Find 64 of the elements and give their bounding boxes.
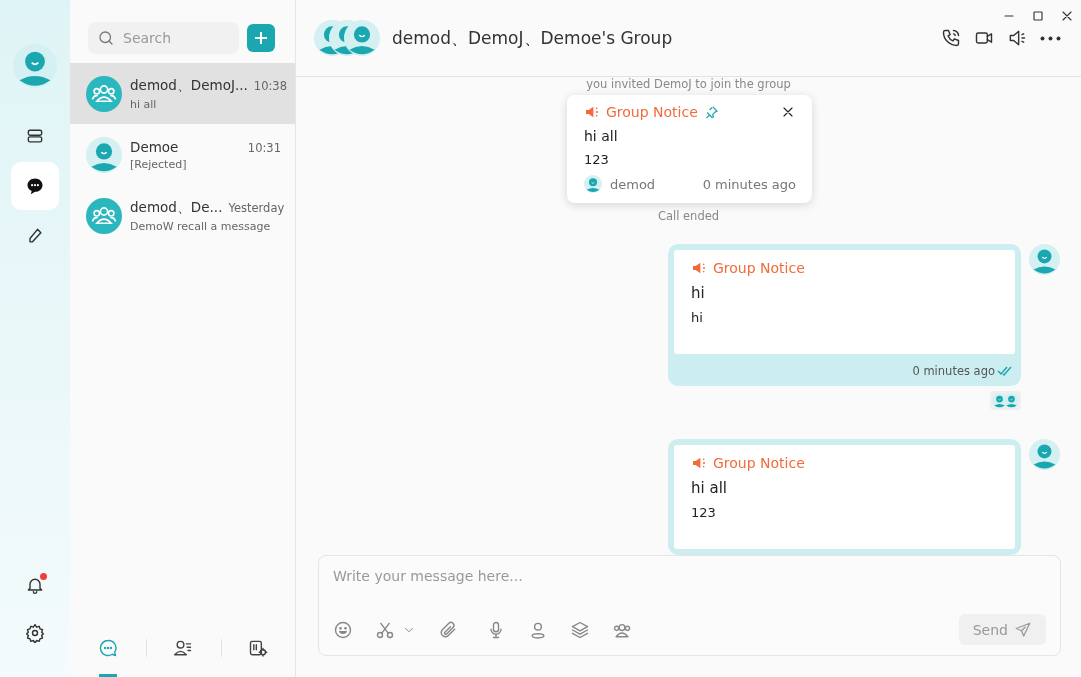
conversation-name: demod、DemoJ... [130,76,248,95]
contacts-icon[interactable] [173,638,193,658]
chat-bubble-icon[interactable] [98,638,118,658]
system-message: you invited DemoJ to join the group [586,77,791,91]
avatar [344,20,380,56]
chat-title: demod、DemoJ、Demoe's Group [392,26,674,50]
conversation-item[interactable]: demod、De... Yesterday DemoW recall a message [70,185,295,246]
notice-heading: hi [691,284,706,302]
notice-author: demod [610,176,656,192]
send-icon [1014,620,1032,639]
reader-avatar [1004,393,1019,408]
notice-title: Group Notice [713,455,805,471]
read-by-avatars[interactable] [990,391,1021,410]
notice-body: 123 [691,505,717,520]
plus-icon [254,31,268,45]
paperclip-icon [438,619,458,640]
conversation-item[interactable]: demod、DemoJ... 10:38 hi all [70,63,295,124]
add-button[interactable] [247,24,275,52]
search-field[interactable]: Search [88,22,239,54]
smiley-icon [333,619,353,640]
notice-title: Group Notice [606,104,698,120]
pin-icon[interactable] [703,104,719,120]
sender-avatar [1029,244,1060,275]
attach-button[interactable] [438,619,458,640]
message-preview: DemoW recall a message [130,219,272,233]
layers-icon [570,619,590,640]
profile-avatar [13,44,57,88]
sender-avatar [1029,439,1060,470]
settings-icon[interactable] [25,623,45,643]
conversation-name: demod、De... [130,198,223,217]
more-button[interactable] [1040,35,1061,41]
avatar [86,136,122,173]
megaphone-icon [691,260,707,276]
rail-item[interactable] [11,162,59,210]
system-message: Call ended [657,209,720,223]
notice-title: Group Notice [713,260,805,276]
conversation-time: 10:38 [253,78,287,93]
group-avatar [86,197,122,234]
layers-button[interactable] [570,619,590,640]
message-preview: [Rejected] [130,157,188,171]
notice-heading: hi all [584,128,619,144]
maximize-icon[interactable] [1030,8,1046,24]
conversation-time: 10:31 [247,140,281,155]
mute-button[interactable] [1007,28,1027,48]
megaphone-icon [584,104,600,120]
notice-time: 0 minutes ago [702,176,796,192]
group-avatar [86,75,122,112]
workspace-icon[interactable] [248,638,268,658]
notice-body: hi [691,310,704,325]
conversation-time: Yesterday [228,200,285,215]
search-icon [97,29,115,47]
notice-body: 123 [584,152,610,167]
message-time: 0 minutes ago [912,364,995,378]
megaphone-icon [691,455,707,471]
message-input[interactable]: Write your message here... [333,568,1046,584]
notice-heading: hi all [691,479,728,497]
call-button[interactable] [941,28,961,48]
list-icon[interactable] [25,126,45,146]
chat-icon[interactable] [25,176,45,196]
conversation-item[interactable]: Demoe 10:31 [Rejected] [70,124,295,185]
message-preview: hi all [130,97,158,111]
author-avatar [584,175,602,193]
conversation-name: Demoe [130,138,179,155]
emoji-button[interactable] [333,619,353,640]
